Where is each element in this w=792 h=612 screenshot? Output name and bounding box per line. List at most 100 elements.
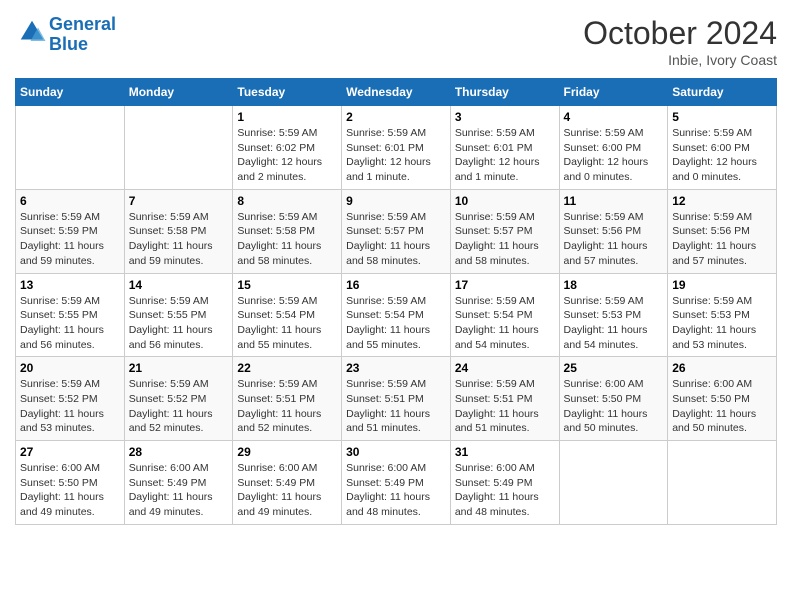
calendar-cell: 17 Sunrise: 5:59 AMSunset: 5:54 PMDayligh… (450, 273, 559, 357)
month-title: October 2024 (583, 15, 777, 52)
day-info: Sunrise: 5:59 AMSunset: 5:57 PMDaylight:… (455, 210, 555, 269)
day-number: 9 (346, 194, 446, 208)
logo: General Blue (15, 15, 116, 55)
day-info: Sunrise: 5:59 AMSunset: 6:00 PMDaylight:… (672, 126, 772, 185)
day-number: 4 (564, 110, 664, 124)
day-number: 17 (455, 278, 555, 292)
calendar-cell: 3 Sunrise: 5:59 AMSunset: 6:01 PMDaylight… (450, 106, 559, 190)
day-number: 22 (237, 361, 337, 375)
day-number: 24 (455, 361, 555, 375)
day-info: Sunrise: 5:59 AMSunset: 6:01 PMDaylight:… (455, 126, 555, 185)
day-number: 3 (455, 110, 555, 124)
day-info: Sunrise: 6:00 AMSunset: 5:50 PMDaylight:… (20, 461, 120, 520)
header-saturday: Saturday (668, 79, 777, 106)
day-number: 16 (346, 278, 446, 292)
day-info: Sunrise: 5:59 AMSunset: 5:53 PMDaylight:… (672, 294, 772, 353)
calendar-cell: 21 Sunrise: 5:59 AMSunset: 5:52 PMDayligh… (124, 357, 233, 441)
calendar-cell: 15Sunrise: 5:59 AMSunset: 5:54 PMDayligh… (233, 273, 342, 357)
calendar-cell: 30 Sunrise: 6:00 AMSunset: 5:49 PMDayligh… (342, 441, 451, 525)
day-info: Sunrise: 5:59 AMSunset: 6:02 PMDaylight:… (237, 126, 337, 185)
header-friday: Friday (559, 79, 668, 106)
day-number: 28 (129, 445, 229, 459)
day-number: 10 (455, 194, 555, 208)
day-info: Sunrise: 5:59 AMSunset: 5:56 PMDaylight:… (564, 210, 664, 269)
day-number: 6 (20, 194, 120, 208)
header-thursday: Thursday (450, 79, 559, 106)
day-info: Sunrise: 5:59 AMSunset: 5:54 PMDaylight:… (455, 294, 555, 353)
calendar-table: SundayMondayTuesdayWednesdayThursdayFrid… (15, 78, 777, 525)
calendar-cell: 10 Sunrise: 5:59 AMSunset: 5:57 PMDayligh… (450, 189, 559, 273)
calendar-cell: 2Sunrise: 5:59 AMSunset: 6:01 PMDaylight… (342, 106, 451, 190)
day-info: Sunrise: 5:59 AMSunset: 5:54 PMDaylight:… (346, 294, 446, 353)
day-info: Sunrise: 6:00 AMSunset: 5:49 PMDaylight:… (346, 461, 446, 520)
header-tuesday: Tuesday (233, 79, 342, 106)
day-info: Sunrise: 5:59 AMSunset: 5:51 PMDaylight:… (237, 377, 337, 436)
day-info: Sunrise: 5:59 AMSunset: 5:52 PMDaylight:… (20, 377, 120, 436)
header-wednesday: Wednesday (342, 79, 451, 106)
calendar-cell: 23 Sunrise: 5:59 AMSunset: 5:51 PMDayligh… (342, 357, 451, 441)
calendar-cell: 5 Sunrise: 5:59 AMSunset: 6:00 PMDaylight… (668, 106, 777, 190)
calendar-cell: 1 Sunrise: 5:59 AMSunset: 6:02 PMDaylight… (233, 106, 342, 190)
day-info: Sunrise: 5:59 AMSunset: 5:55 PMDaylight:… (20, 294, 120, 353)
calendar-cell: 28 Sunrise: 6:00 AMSunset: 5:49 PMDayligh… (124, 441, 233, 525)
day-number: 29 (237, 445, 337, 459)
day-info: Sunrise: 5:59 AMSunset: 5:52 PMDaylight:… (129, 377, 229, 436)
day-number: 2 (346, 110, 446, 124)
calendar-cell: 29 Sunrise: 6:00 AMSunset: 5:49 PMDayligh… (233, 441, 342, 525)
day-number: 20 (20, 361, 120, 375)
day-info: Sunrise: 6:00 AMSunset: 5:49 PMDaylight:… (455, 461, 555, 520)
day-info: Sunrise: 5:59 AMSunset: 5:59 PMDaylight:… (20, 210, 120, 269)
header-monday: Monday (124, 79, 233, 106)
calendar-header-row: SundayMondayTuesdayWednesdayThursdayFrid… (16, 79, 777, 106)
calendar-cell: 22 Sunrise: 5:59 AMSunset: 5:51 PMDayligh… (233, 357, 342, 441)
location: Inbie, Ivory Coast (583, 52, 777, 68)
day-info: Sunrise: 5:59 AMSunset: 5:58 PMDaylight:… (129, 210, 229, 269)
day-info: Sunrise: 6:00 AMSunset: 5:50 PMDaylight:… (672, 377, 772, 436)
day-info: Sunrise: 6:00 AMSunset: 5:49 PMDaylight:… (129, 461, 229, 520)
day-number: 31 (455, 445, 555, 459)
calendar-cell: 26 Sunrise: 6:00 AMSunset: 5:50 PMDayligh… (668, 357, 777, 441)
day-number: 13 (20, 278, 120, 292)
day-info: Sunrise: 5:59 AMSunset: 5:53 PMDaylight:… (564, 294, 664, 353)
day-number: 23 (346, 361, 446, 375)
title-area: October 2024 Inbie, Ivory Coast (583, 15, 777, 68)
day-number: 5 (672, 110, 772, 124)
logo-icon (17, 17, 47, 47)
calendar-cell: 4 Sunrise: 5:59 AMSunset: 6:00 PMDaylight… (559, 106, 668, 190)
day-info: Sunrise: 5:59 AMSunset: 5:55 PMDaylight:… (129, 294, 229, 353)
day-number: 7 (129, 194, 229, 208)
day-info: Sunrise: 5:59 AMSunset: 6:00 PMDaylight:… (564, 126, 664, 185)
calendar-cell: 20 Sunrise: 5:59 AMSunset: 5:52 PMDayligh… (16, 357, 125, 441)
day-number: 25 (564, 361, 664, 375)
day-info: Sunrise: 6:00 AMSunset: 5:49 PMDaylight:… (237, 461, 337, 520)
calendar-cell: 19 Sunrise: 5:59 AMSunset: 5:53 PMDayligh… (668, 273, 777, 357)
day-info: Sunrise: 5:59 AMSunset: 5:51 PMDaylight:… (455, 377, 555, 436)
calendar-cell: 9 Sunrise: 5:59 AMSunset: 5:57 PMDaylight… (342, 189, 451, 273)
day-number: 26 (672, 361, 772, 375)
calendar-cell: 14Sunrise: 5:59 AMSunset: 5:55 PMDayligh… (124, 273, 233, 357)
day-number: 27 (20, 445, 120, 459)
day-info: Sunrise: 5:59 AMSunset: 5:58 PMDaylight:… (237, 210, 337, 269)
logo-text: General Blue (49, 15, 116, 55)
day-number: 1 (237, 110, 337, 124)
calendar-week-2: 6 Sunrise: 5:59 AMSunset: 5:59 PMDaylight… (16, 189, 777, 273)
calendar-week-4: 20 Sunrise: 5:59 AMSunset: 5:52 PMDayligh… (16, 357, 777, 441)
day-number: 30 (346, 445, 446, 459)
calendar-week-1: 1 Sunrise: 5:59 AMSunset: 6:02 PMDaylight… (16, 106, 777, 190)
day-number: 11 (564, 194, 664, 208)
day-info: Sunrise: 5:59 AMSunset: 5:56 PMDaylight:… (672, 210, 772, 269)
calendar-cell: 13 Sunrise: 5:59 AMSunset: 5:55 PMDayligh… (16, 273, 125, 357)
day-number: 19 (672, 278, 772, 292)
day-number: 12 (672, 194, 772, 208)
calendar-cell: 8 Sunrise: 5:59 AMSunset: 5:58 PMDaylight… (233, 189, 342, 273)
day-info: Sunrise: 5:59 AMSunset: 5:57 PMDaylight:… (346, 210, 446, 269)
page-header: General Blue October 2024 Inbie, Ivory C… (15, 15, 777, 68)
day-number: 15 (237, 278, 337, 292)
calendar-cell: 12 Sunrise: 5:59 AMSunset: 5:56 PMDayligh… (668, 189, 777, 273)
calendar-cell (668, 441, 777, 525)
day-info: Sunrise: 5:59 AMSunset: 5:51 PMDaylight:… (346, 377, 446, 436)
day-number: 21 (129, 361, 229, 375)
calendar-cell (16, 106, 125, 190)
day-number: 8 (237, 194, 337, 208)
calendar-cell: 6 Sunrise: 5:59 AMSunset: 5:59 PMDaylight… (16, 189, 125, 273)
